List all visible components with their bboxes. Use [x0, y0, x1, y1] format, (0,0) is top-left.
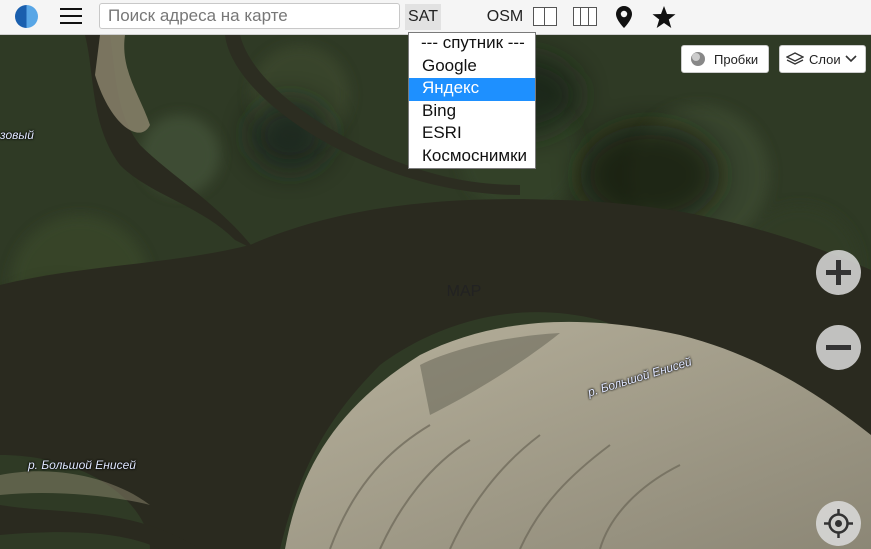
layers-button[interactable]: Слои: [779, 45, 866, 73]
logo-icon[interactable]: [15, 5, 38, 28]
map-label-edge: зовый: [0, 128, 34, 142]
zoom-out-icon[interactable]: [816, 325, 861, 370]
top-toolbar: SAT MAP OSM: [0, 0, 871, 300]
layers-label: Слои: [809, 51, 841, 67]
osm-button[interactable]: OSM: [487, 4, 523, 30]
dropdown-header: --- спутник ---: [421, 33, 525, 52]
traffic-button[interactable]: Пробки: [681, 45, 769, 73]
dropdown-option-kosmosnimki[interactable]: Космоснимки: [409, 146, 535, 169]
map-label-river-left: р. Большой Енисей: [28, 458, 136, 472]
menu-icon[interactable]: [60, 8, 82, 26]
locate-icon[interactable]: [816, 501, 861, 546]
chevron-down-icon: [845, 55, 857, 63]
pin-icon[interactable]: [611, 4, 637, 30]
dropdown-option-google[interactable]: Google: [409, 56, 535, 79]
layers-icon: [786, 52, 804, 65]
dropdown-option-yandex[interactable]: Яндекс: [409, 78, 535, 101]
split-three-icon[interactable]: [573, 7, 597, 26]
split-two-icon[interactable]: [533, 7, 557, 26]
satellite-source-dropdown[interactable]: --- спутник --- Google Яндекс Bing ESRI …: [408, 32, 536, 169]
zoom-in-icon[interactable]: [816, 250, 861, 295]
search-input[interactable]: [99, 3, 400, 29]
star-icon[interactable]: [651, 4, 677, 30]
traffic-icon: [691, 52, 705, 66]
traffic-label: Пробки: [714, 51, 759, 67]
sat-button[interactable]: SAT: [405, 4, 441, 30]
dropdown-option-esri[interactable]: ESRI: [409, 123, 535, 146]
dropdown-option-bing[interactable]: Bing: [409, 101, 535, 124]
